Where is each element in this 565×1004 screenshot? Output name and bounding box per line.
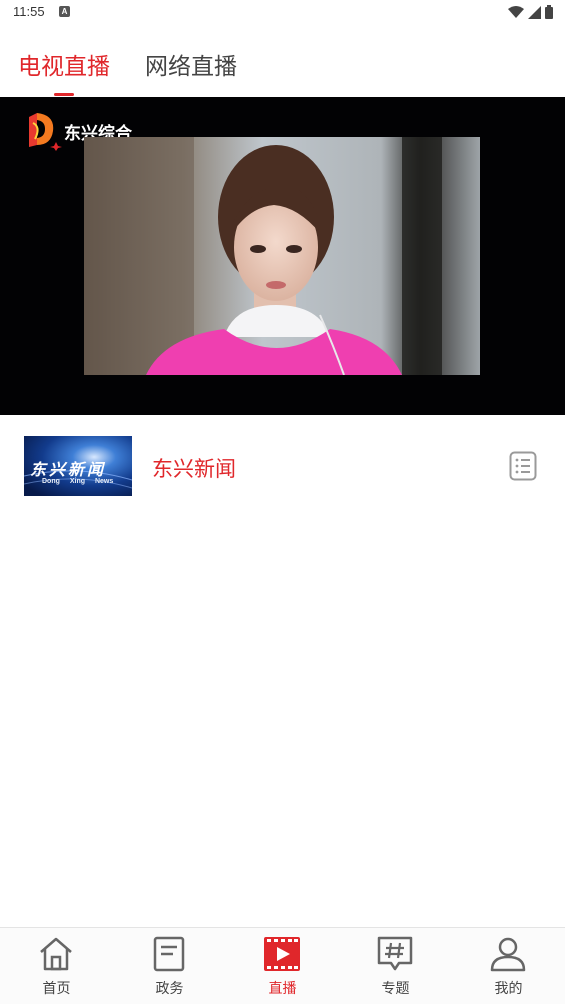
thumbnail-title: 东兴新闻 [30, 460, 107, 479]
live-play-icon [264, 937, 300, 971]
video-player[interactable]: 东兴综合 [0, 97, 565, 415]
battery-icon [545, 5, 553, 19]
status-time: 11:55 [13, 4, 45, 19]
wifi-icon [508, 5, 524, 18]
nav-label-topics: 专题 [381, 981, 410, 997]
signal-icon [528, 5, 541, 19]
nav-item-government[interactable]: 政务 [113, 928, 226, 1004]
nav-label-live: 直播 [268, 981, 297, 997]
user-icon [490, 937, 526, 972]
program-thumbnail: 东兴新闻 Dong Xing News [24, 436, 132, 496]
nav-item-live[interactable]: 直播 [226, 928, 339, 1004]
video-frame [84, 137, 480, 375]
document-icon [153, 936, 185, 972]
nav-item-mine[interactable]: 我的 [452, 928, 565, 1004]
program-title: 东兴新闻 [152, 457, 236, 481]
program-item[interactable]: 东兴新闻 Dong Xing News 东兴新闻 [0, 425, 565, 507]
nav-label-government: 政务 [155, 981, 184, 997]
a-icon: A [59, 6, 70, 17]
live-tabs: 电视直播 网络直播 [0, 40, 565, 97]
home-icon [40, 937, 72, 971]
tab-tv-live[interactable]: 电视直播 [18, 52, 110, 82]
nav-item-home[interactable]: 首页 [0, 928, 113, 1004]
nav-item-topics[interactable]: 专题 [339, 928, 452, 1004]
nav-label-home: 首页 [42, 981, 71, 997]
hashtag-icon [377, 936, 413, 971]
status-indicators [508, 4, 553, 20]
nav-label-mine: 我的 [494, 981, 523, 997]
tab-web-live[interactable]: 网络直播 [145, 52, 237, 82]
list-icon[interactable] [509, 451, 537, 481]
thumbnail-subtitle: Dong Xing News [42, 478, 114, 485]
channel-logo-icon [29, 113, 62, 151]
active-tab-indicator [54, 93, 74, 96]
status-bar: 11:55 A [0, 0, 565, 26]
bottom-nav: 首页 政务 直播 专题 我的 [0, 927, 565, 1004]
